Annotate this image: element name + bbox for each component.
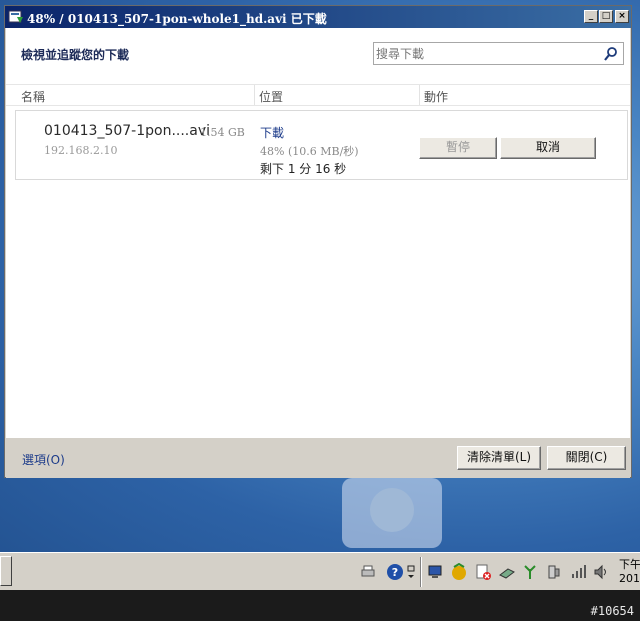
cancel-button[interactable]: 取消 xyxy=(500,137,596,159)
bluetooth-tree-icon[interactable] xyxy=(521,563,539,581)
download-manager-window: 48% / 010413_507-1pon-whole1_hd.avi 已下載 … xyxy=(4,5,632,478)
download-progress: 48% (10.6 MB/秒) xyxy=(260,145,359,158)
minimize-button[interactable]: _ xyxy=(584,10,598,23)
column-divider[interactable] xyxy=(254,85,255,105)
download-status-link[interactable]: 下載 xyxy=(260,124,284,141)
connection-icon[interactable] xyxy=(498,563,516,581)
download-window-icon xyxy=(8,10,23,23)
column-name[interactable]: 名稱 xyxy=(21,88,45,105)
download-source: 192.168.2.10 xyxy=(44,144,118,157)
device-icon[interactable] xyxy=(545,563,563,581)
column-location[interactable]: 位置 xyxy=(259,88,283,105)
svg-text:?: ? xyxy=(392,566,398,579)
maximize-button[interactable]: □ xyxy=(599,10,613,23)
close-button[interactable]: × xyxy=(615,10,629,23)
page-title: 檢視並追蹤您的下載 xyxy=(21,48,130,62)
taskbar: ? 下午 201 xyxy=(0,552,640,590)
system-clock[interactable]: 下午 201 xyxy=(619,558,640,586)
network-computer-icon[interactable] xyxy=(426,563,444,581)
tray-divider xyxy=(420,557,422,587)
image-id-watermark: #10654 xyxy=(590,604,634,618)
search-icon[interactable] xyxy=(603,46,619,62)
clear-list-button[interactable]: 清除清單(L) xyxy=(457,446,541,470)
document-error-icon[interactable] xyxy=(474,563,492,581)
title-bar[interactable]: 48% / 010413_507-1pon-whole1_hd.avi 已下載 … xyxy=(5,6,631,28)
column-action[interactable]: 動作 xyxy=(424,88,448,105)
download-item[interactable]: 010413_507-1pon....avi 1.54 GB 192.168.2… xyxy=(15,110,628,180)
search-box[interactable] xyxy=(373,42,624,65)
column-header-row: 名稱 位置 動作 xyxy=(6,84,630,106)
start-button-edge[interactable] xyxy=(0,556,12,586)
search-input[interactable] xyxy=(376,45,596,62)
window-title: 48% / 010413_507-1pon-whole1_hd.avi 已下載 xyxy=(27,12,327,26)
volume-icon[interactable] xyxy=(592,563,610,581)
downloads-panel: 檢視並追蹤您的下載 名稱 位置 動作 010413_507-1pon....av… xyxy=(6,28,630,438)
help-icon[interactable]: ? xyxy=(386,563,404,581)
window-footer: 選項(O) 清除清單(L) 關閉(C) xyxy=(6,438,630,478)
restore-menu-icon[interactable] xyxy=(405,563,417,581)
printer-icon[interactable] xyxy=(359,563,377,581)
desktop-logo-circle xyxy=(370,488,414,532)
security-shield-icon[interactable] xyxy=(450,563,468,581)
clock-date: 201 xyxy=(619,572,640,585)
signal-strength-icon[interactable] xyxy=(569,563,587,581)
column-divider[interactable] xyxy=(419,85,420,105)
file-size: 1.54 GB xyxy=(200,126,245,139)
clock-time: 下午 xyxy=(619,558,640,571)
time-remaining: 剩下 1 分 16 秒 xyxy=(260,162,347,176)
options-link[interactable]: 選項(O) xyxy=(22,451,65,468)
close-window-button[interactable]: 關閉(C) xyxy=(547,446,626,470)
image-footer-bar: #10654 xyxy=(0,590,640,621)
pause-button[interactable]: 暫停 xyxy=(419,137,497,159)
file-name: 010413_507-1pon....avi xyxy=(44,123,211,139)
